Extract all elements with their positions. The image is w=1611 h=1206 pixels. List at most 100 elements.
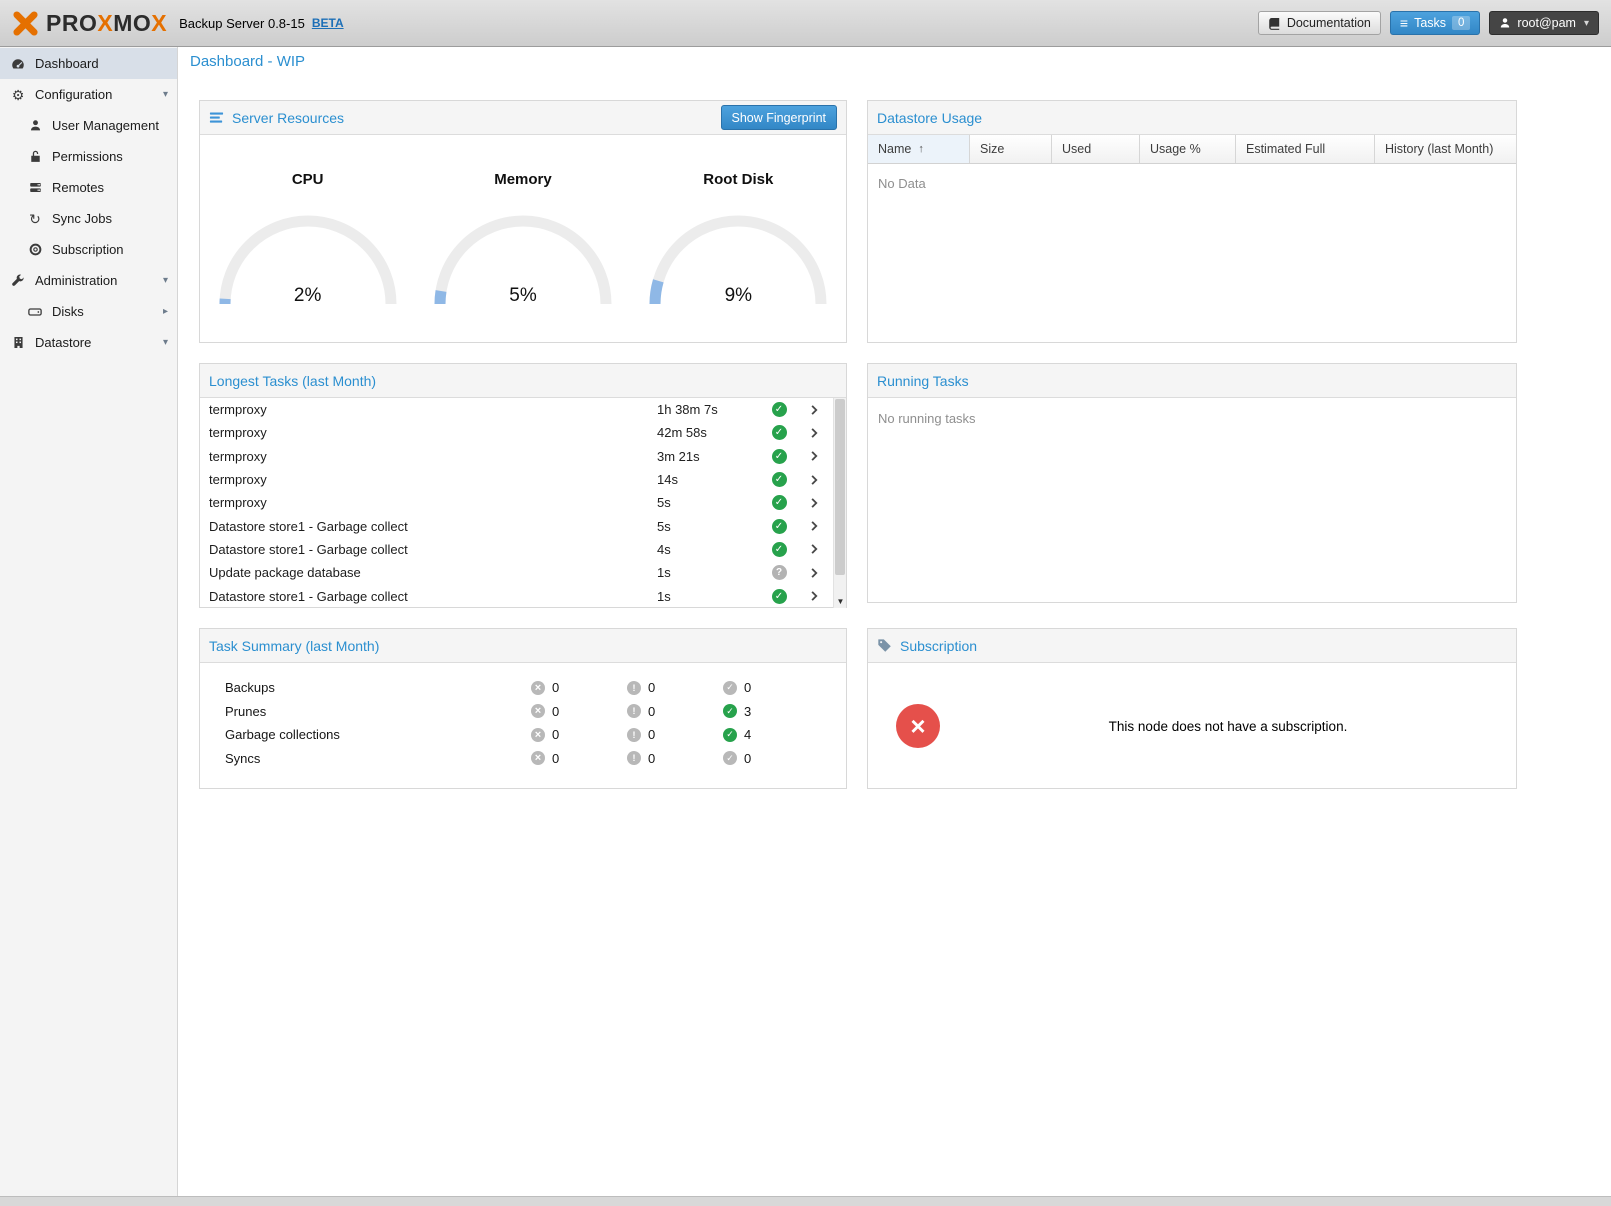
subscription-header: Subscription bbox=[868, 629, 1516, 663]
chevron-right-icon[interactable] bbox=[795, 543, 833, 555]
sidebar-item-label: Sync Jobs bbox=[52, 211, 112, 226]
cpu-gauge: CPU 2% bbox=[208, 171, 408, 310]
main-layout: Dashboard ⚙ Configuration ▾ User Managem… bbox=[0, 47, 1611, 1196]
unlock-icon bbox=[27, 150, 43, 163]
sidebar-item-datastore[interactable]: Datastore ▾ bbox=[0, 327, 177, 358]
horizontal-scrollbar[interactable] bbox=[0, 1196, 1611, 1206]
sidebar-item-dashboard[interactable]: Dashboard bbox=[0, 48, 177, 79]
chevron-right-icon[interactable] bbox=[795, 404, 833, 416]
chevron-down-icon[interactable]: ▾ bbox=[163, 89, 168, 100]
status-ok-icon bbox=[772, 519, 787, 534]
chevron-right-icon[interactable]: ▸ bbox=[163, 306, 168, 317]
warning-count-icon bbox=[627, 728, 641, 742]
sidebar-item-subscription[interactable]: Subscription bbox=[0, 234, 177, 265]
no-running-tasks-text: No running tasks bbox=[868, 398, 1516, 439]
panel-title: Task Summary (last Month) bbox=[209, 638, 379, 654]
column-header-usage[interactable]: Usage % bbox=[1140, 135, 1236, 163]
panel-title: Running Tasks bbox=[877, 373, 969, 389]
user-label: root@pam bbox=[1517, 16, 1576, 30]
tasks-count-badge: 0 bbox=[1452, 16, 1470, 30]
status-ok-icon bbox=[772, 402, 787, 417]
warning-count-icon bbox=[627, 704, 641, 718]
running-tasks-panel: Running Tasks No running tasks bbox=[867, 363, 1517, 603]
status-ok-icon bbox=[772, 542, 787, 557]
sidebar-item-label: Administration bbox=[35, 273, 117, 288]
sidebar-item-label: Dashboard bbox=[35, 56, 99, 71]
column-header-size[interactable]: Size bbox=[970, 135, 1052, 163]
task-row[interactable]: Datastore store1 - Garbage collect 1s bbox=[200, 584, 833, 607]
building-icon bbox=[10, 336, 26, 349]
documentation-button[interactable]: Documentation bbox=[1258, 11, 1381, 35]
subscription-panel: Subscription × This node does not have a… bbox=[867, 628, 1517, 789]
chevron-right-icon[interactable] bbox=[795, 497, 833, 509]
datastore-usage-columns: Name ↑ Size Used Usage % Estimated Full … bbox=[868, 135, 1516, 164]
sidebar-item-label: Permissions bbox=[52, 149, 123, 164]
datastore-usage-panel: Datastore Usage Name ↑ Size Used Usage %… bbox=[867, 100, 1517, 343]
chevron-right-icon[interactable] bbox=[795, 427, 833, 439]
sidebar-item-label: Datastore bbox=[35, 335, 91, 350]
column-header-name[interactable]: Name ↑ bbox=[868, 135, 970, 163]
sidebar-item-administration[interactable]: Administration ▾ bbox=[0, 265, 177, 296]
chevron-down-icon[interactable]: ▾ bbox=[163, 337, 168, 348]
no-data-text: No Data bbox=[868, 164, 1516, 203]
topbar-actions: Documentation ≡ Tasks 0 root@pam ▾ bbox=[1258, 11, 1599, 35]
chevron-right-icon[interactable] bbox=[795, 450, 833, 462]
tachometer-icon bbox=[10, 57, 26, 71]
task-row[interactable]: termproxy 14s bbox=[200, 468, 833, 491]
top-bar: PROXMOX Backup Server 0.8-15 BETA Docume… bbox=[0, 0, 1611, 47]
summary-row[interactable]: Garbage collections 0 0 4 bbox=[200, 723, 846, 747]
ok-count-icon bbox=[723, 704, 737, 718]
running-tasks-header: Running Tasks bbox=[868, 364, 1516, 398]
sidebar-item-remotes[interactable]: Remotes bbox=[0, 172, 177, 203]
task-row[interactable]: Datastore store1 - Garbage collect 4s bbox=[200, 538, 833, 561]
subscription-body: × This node does not have a subscription… bbox=[868, 663, 1516, 789]
task-row[interactable]: termproxy 5s bbox=[200, 491, 833, 514]
dashboard-grid: Server Resources Show Fingerprint CPU 2% bbox=[178, 100, 1611, 789]
sort-asc-icon: ↑ bbox=[918, 143, 924, 155]
life-ring-icon bbox=[27, 243, 43, 256]
proxmox-x-icon bbox=[12, 10, 39, 37]
memory-value: 5% bbox=[428, 285, 618, 307]
task-row[interactable]: termproxy 1h 38m 7s bbox=[200, 398, 833, 421]
status-ok-icon bbox=[772, 425, 787, 440]
tags-icon bbox=[877, 638, 892, 653]
panel-title: Server Resources bbox=[232, 110, 344, 126]
sidebar: Dashboard ⚙ Configuration ▾ User Managem… bbox=[0, 47, 178, 1196]
chevron-down-icon[interactable]: ▾ bbox=[163, 275, 168, 286]
vertical-scrollbar[interactable]: ▼ bbox=[833, 398, 846, 608]
chevron-right-icon[interactable] bbox=[795, 520, 833, 532]
datastore-usage-header: Datastore Usage bbox=[868, 101, 1516, 135]
status-unknown-icon bbox=[772, 565, 787, 580]
chevron-right-icon[interactable] bbox=[795, 474, 833, 486]
task-row[interactable]: termproxy 3m 21s bbox=[200, 445, 833, 468]
chevron-right-icon[interactable] bbox=[795, 590, 833, 602]
column-header-used[interactable]: Used bbox=[1052, 135, 1140, 163]
status-ok-icon bbox=[772, 449, 787, 464]
sidebar-item-sync-jobs[interactable]: ↻ Sync Jobs bbox=[0, 203, 177, 234]
caret-down-icon: ▾ bbox=[1584, 18, 1589, 29]
task-row[interactable]: Update package database 1s bbox=[200, 561, 833, 584]
column-header-estimated-full[interactable]: Estimated Full bbox=[1236, 135, 1375, 163]
sidebar-item-user-management[interactable]: User Management bbox=[0, 110, 177, 141]
cpu-value: 2% bbox=[213, 285, 403, 307]
scroll-down-arrow[interactable]: ▼ bbox=[834, 595, 846, 608]
column-header-history[interactable]: History (last Month) bbox=[1375, 135, 1516, 163]
task-row[interactable]: Datastore store1 - Garbage collect 5s bbox=[200, 514, 833, 537]
error-count-icon bbox=[531, 704, 545, 718]
ok-count-icon bbox=[723, 751, 737, 765]
sidebar-item-configuration[interactable]: ⚙ Configuration ▾ bbox=[0, 79, 177, 110]
user-icon bbox=[1499, 17, 1511, 29]
summary-row[interactable]: Prunes 0 0 3 bbox=[200, 700, 846, 724]
tasks-button[interactable]: ≡ Tasks 0 bbox=[1390, 11, 1481, 35]
beta-link[interactable]: BETA bbox=[312, 16, 344, 30]
sidebar-item-permissions[interactable]: Permissions bbox=[0, 141, 177, 172]
sidebar-item-disks[interactable]: Disks ▸ bbox=[0, 296, 177, 327]
task-row[interactable]: termproxy 42m 58s bbox=[200, 421, 833, 444]
task-summary-body: Backups 0 0 0 Prunes 0 0 3 Garbage colle… bbox=[200, 663, 846, 770]
summary-row[interactable]: Syncs 0 0 0 bbox=[200, 747, 846, 771]
user-menu-button[interactable]: root@pam ▾ bbox=[1489, 11, 1599, 35]
scrollbar-thumb[interactable] bbox=[835, 399, 845, 575]
show-fingerprint-button[interactable]: Show Fingerprint bbox=[721, 105, 838, 130]
summary-row[interactable]: Backups 0 0 0 bbox=[200, 676, 846, 700]
chevron-right-icon[interactable] bbox=[795, 567, 833, 579]
